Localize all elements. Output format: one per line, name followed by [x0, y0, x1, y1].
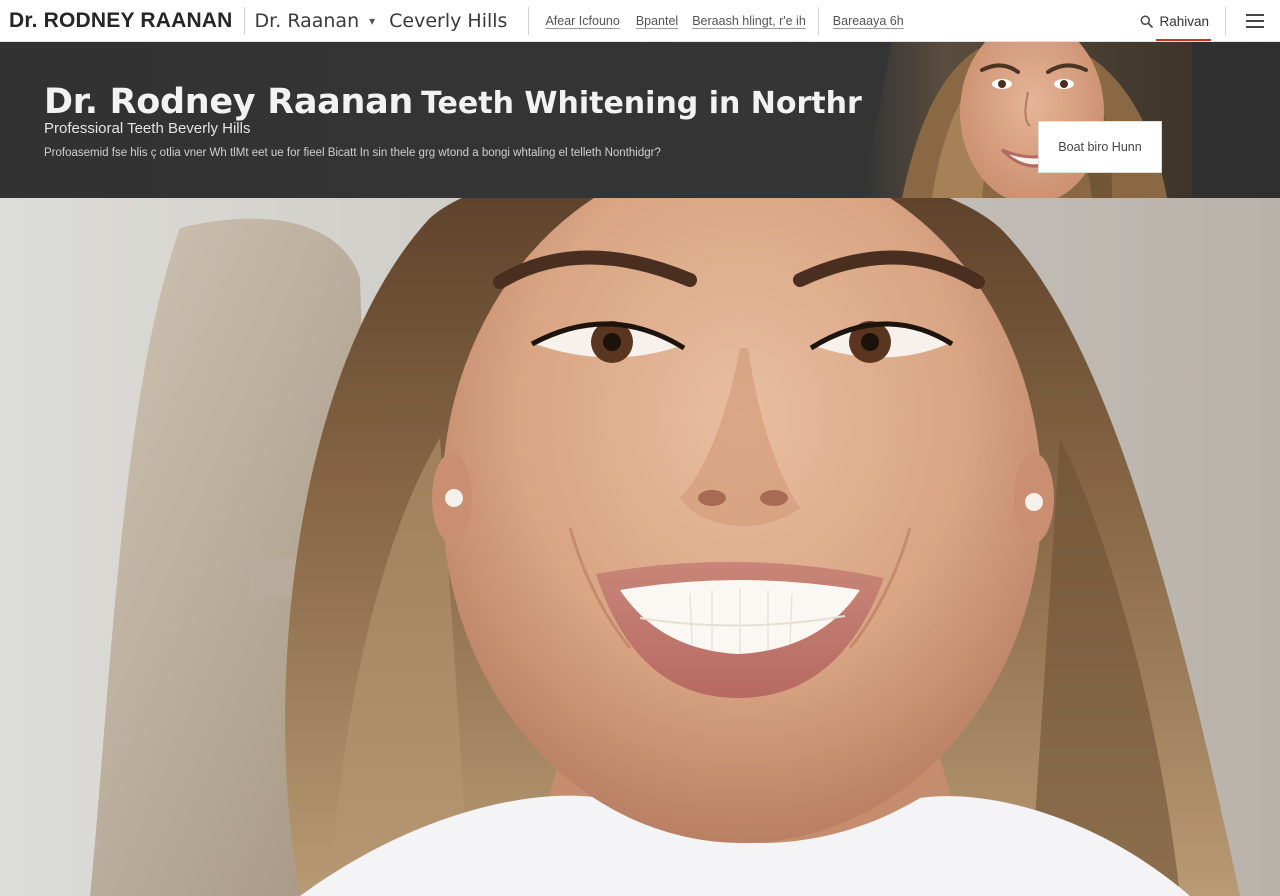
nav-divider [243, 6, 245, 35]
nav-divider [1225, 7, 1226, 35]
location-name: Ceverly Hills [389, 9, 508, 32]
banner-subtitle: Professioral Teeth Beverly Hills [44, 120, 251, 137]
banner-portrait-photo [862, 42, 1192, 198]
hamburger-menu-icon[interactable] [1246, 14, 1264, 28]
nav-divider [528, 6, 530, 35]
title-doctor-name: Dr. Rodney Raanan [44, 82, 414, 122]
hero-banner: Dr. Rodney Raanan Teeth Whitening in Nort… [0, 42, 1280, 198]
page-title: Dr. Rodney Raanan Teeth Whitening in Nort… [44, 82, 935, 122]
nav-link-4[interactable]: Bareaaya 6h [833, 14, 904, 28]
nav-links: Afear Icfouno Bpantel Beraash hlingt, r'… [545, 6, 904, 35]
title-service: Teeth Whitening in Northridge [421, 86, 936, 121]
banner-description: Profoasemid fse hlis ç otlia vner Wh tlM… [44, 147, 661, 159]
nav-link-3[interactable]: Beraash hlingt, r'e ih [692, 14, 806, 28]
search-button[interactable]: Rahivan [1140, 13, 1211, 41]
smiling-patient-image [0, 198, 1280, 896]
nav-link-2[interactable]: Bpantel [636, 14, 678, 28]
doctor-name: Dr. Raanan [254, 9, 360, 32]
hero-smile-photo [0, 198, 1280, 896]
search-label: Rahivan [1159, 13, 1209, 29]
brand-logo[interactable]: Dr. RODNEY RAANAN [9, 9, 233, 33]
nav-divider [817, 6, 819, 35]
top-navigation-bar: Dr. RODNEY RAANAN Dr. Raanan ▾ Ceverly H… [0, 0, 1280, 42]
doctor-location-selector[interactable]: Dr. Raanan ▾ Ceverly Hills [255, 10, 508, 32]
chevron-down-icon: ▾ [369, 13, 376, 28]
search-icon [1141, 15, 1154, 28]
nav-right-tools: Rahivan [1140, 0, 1280, 42]
nav-link-1[interactable]: Afear Icfouno [545, 14, 619, 28]
book-appointment-button[interactable]: Boat biro Hunn [1038, 121, 1162, 173]
